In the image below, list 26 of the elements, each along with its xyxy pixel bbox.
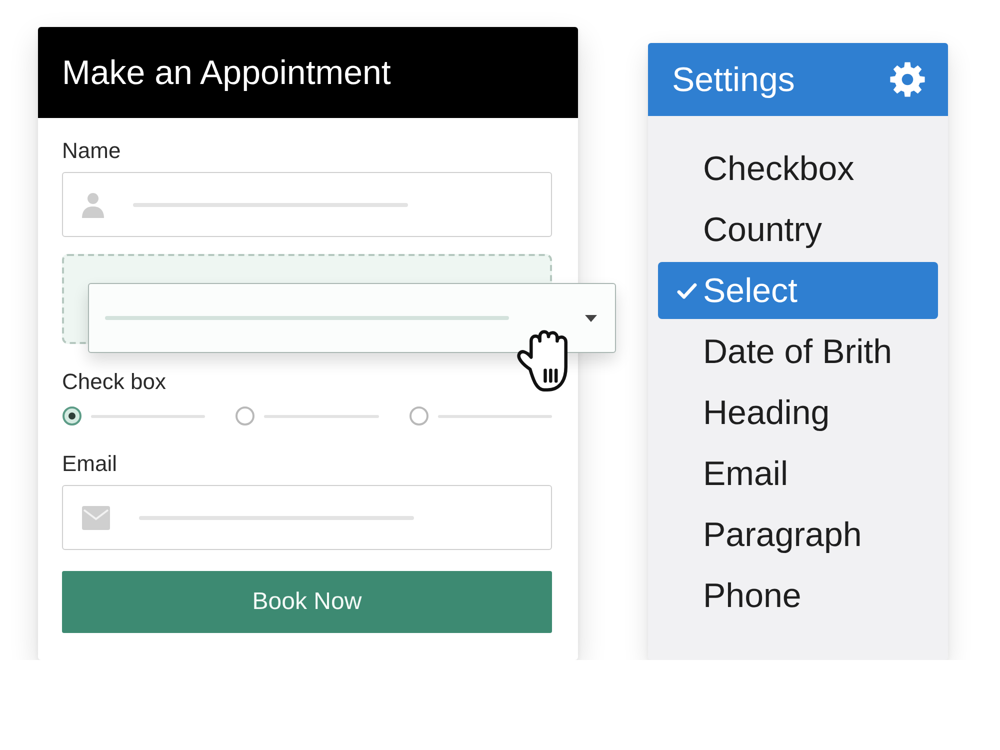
panel-title: Settings bbox=[672, 60, 795, 100]
checkmark-icon bbox=[677, 280, 697, 300]
menu-item[interactable]: Country bbox=[658, 201, 938, 258]
field-label: Email bbox=[62, 451, 118, 477]
book-now-button[interactable]: Book Now bbox=[62, 571, 552, 633]
field-label: Check box bbox=[62, 369, 167, 395]
menu-item[interactable]: Phone bbox=[658, 567, 938, 624]
caret-icon bbox=[585, 314, 597, 322]
menu-item[interactable]: Checkbox bbox=[658, 140, 938, 197]
field-label: Name bbox=[62, 138, 122, 164]
radio-button[interactable] bbox=[62, 406, 82, 426]
menu-item[interactable]: Paragraph bbox=[658, 506, 938, 563]
email-input-field[interactable] bbox=[62, 485, 552, 550]
grab-cursor-icon bbox=[514, 328, 570, 392]
name-input-field[interactable] bbox=[62, 172, 552, 237]
radio-button[interactable] bbox=[408, 406, 429, 426]
menu-item[interactable]: Heading bbox=[658, 384, 938, 441]
menu-item[interactable]: Date of Brith bbox=[658, 323, 938, 380]
form-title: Make an Appointment bbox=[62, 52, 391, 92]
settings-icon[interactable] bbox=[890, 62, 925, 97]
radio-button[interactable] bbox=[235, 406, 256, 426]
envelope-icon bbox=[82, 506, 110, 530]
menu-item[interactable]: Select bbox=[658, 262, 938, 319]
menu-item[interactable]: Email bbox=[658, 445, 938, 502]
person-icon bbox=[82, 192, 104, 218]
dragged-select-field[interactable] bbox=[88, 283, 616, 353]
